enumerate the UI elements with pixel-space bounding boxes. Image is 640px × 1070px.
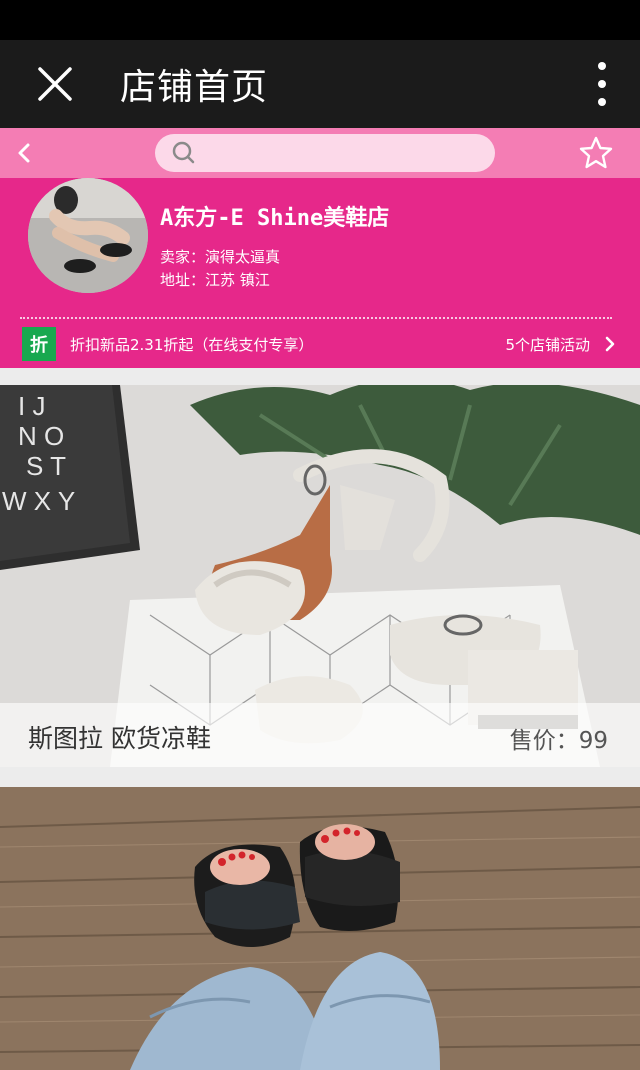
title-bar: 店铺首页: [0, 40, 640, 128]
close-icon: [38, 67, 72, 101]
product-name: 斯图拉 欧货凉鞋: [28, 724, 211, 753]
shop-address: 地址：江苏 镇江: [160, 271, 270, 289]
status-bar: [0, 0, 640, 40]
chevron-left-icon: [18, 143, 30, 163]
product-caption: 斯图拉 欧货凉鞋 售价：99: [0, 703, 640, 767]
promo-row[interactable]: 折 折扣新品2.31折起（在线支付专享） 5个店铺活动: [0, 324, 640, 364]
shop-avatar[interactable]: [28, 178, 148, 293]
shop-header: A东方-E Shine美鞋店 卖家：演得太逼真 地址：江苏 镇江 折 折扣新品2…: [0, 178, 640, 368]
more-vertical-icon: [598, 62, 606, 70]
star-outline-icon: [579, 136, 613, 169]
search-input[interactable]: [155, 134, 495, 172]
divider: [20, 317, 612, 319]
chevron-right-icon: [605, 336, 615, 352]
favorite-button[interactable]: [578, 135, 614, 171]
seller-name: 卖家：演得太逼真: [160, 248, 281, 266]
search-row: [0, 128, 640, 178]
search-icon: [172, 141, 195, 164]
svg-text:N O: N O: [18, 421, 64, 451]
page-title: 店铺首页: [120, 67, 269, 108]
shop-name: A东方-E Shine美鞋店: [160, 206, 390, 231]
promo-text: 折扣新品2.31折起（在线支付专享）: [70, 335, 314, 354]
svg-text:I J: I J: [18, 391, 45, 421]
close-button[interactable]: [0, 40, 110, 128]
svg-text:S T: S T: [26, 451, 66, 481]
product-price: 售价：99: [509, 728, 608, 754]
shop-activities-link[interactable]: 5个店铺活动: [505, 324, 616, 364]
back-button[interactable]: [0, 128, 48, 178]
more-button[interactable]: [592, 62, 612, 106]
svg-text:W X Y: W X Y: [2, 486, 75, 516]
product-image: [0, 787, 640, 1070]
activity-count: 5个店铺活动: [505, 335, 590, 354]
discount-badge: 折: [22, 327, 56, 361]
product-card[interactable]: I J N O S T W X Y 斯图拉 欧货凉鞋 售价：99: [0, 385, 640, 767]
product-card[interactable]: [0, 787, 640, 1070]
